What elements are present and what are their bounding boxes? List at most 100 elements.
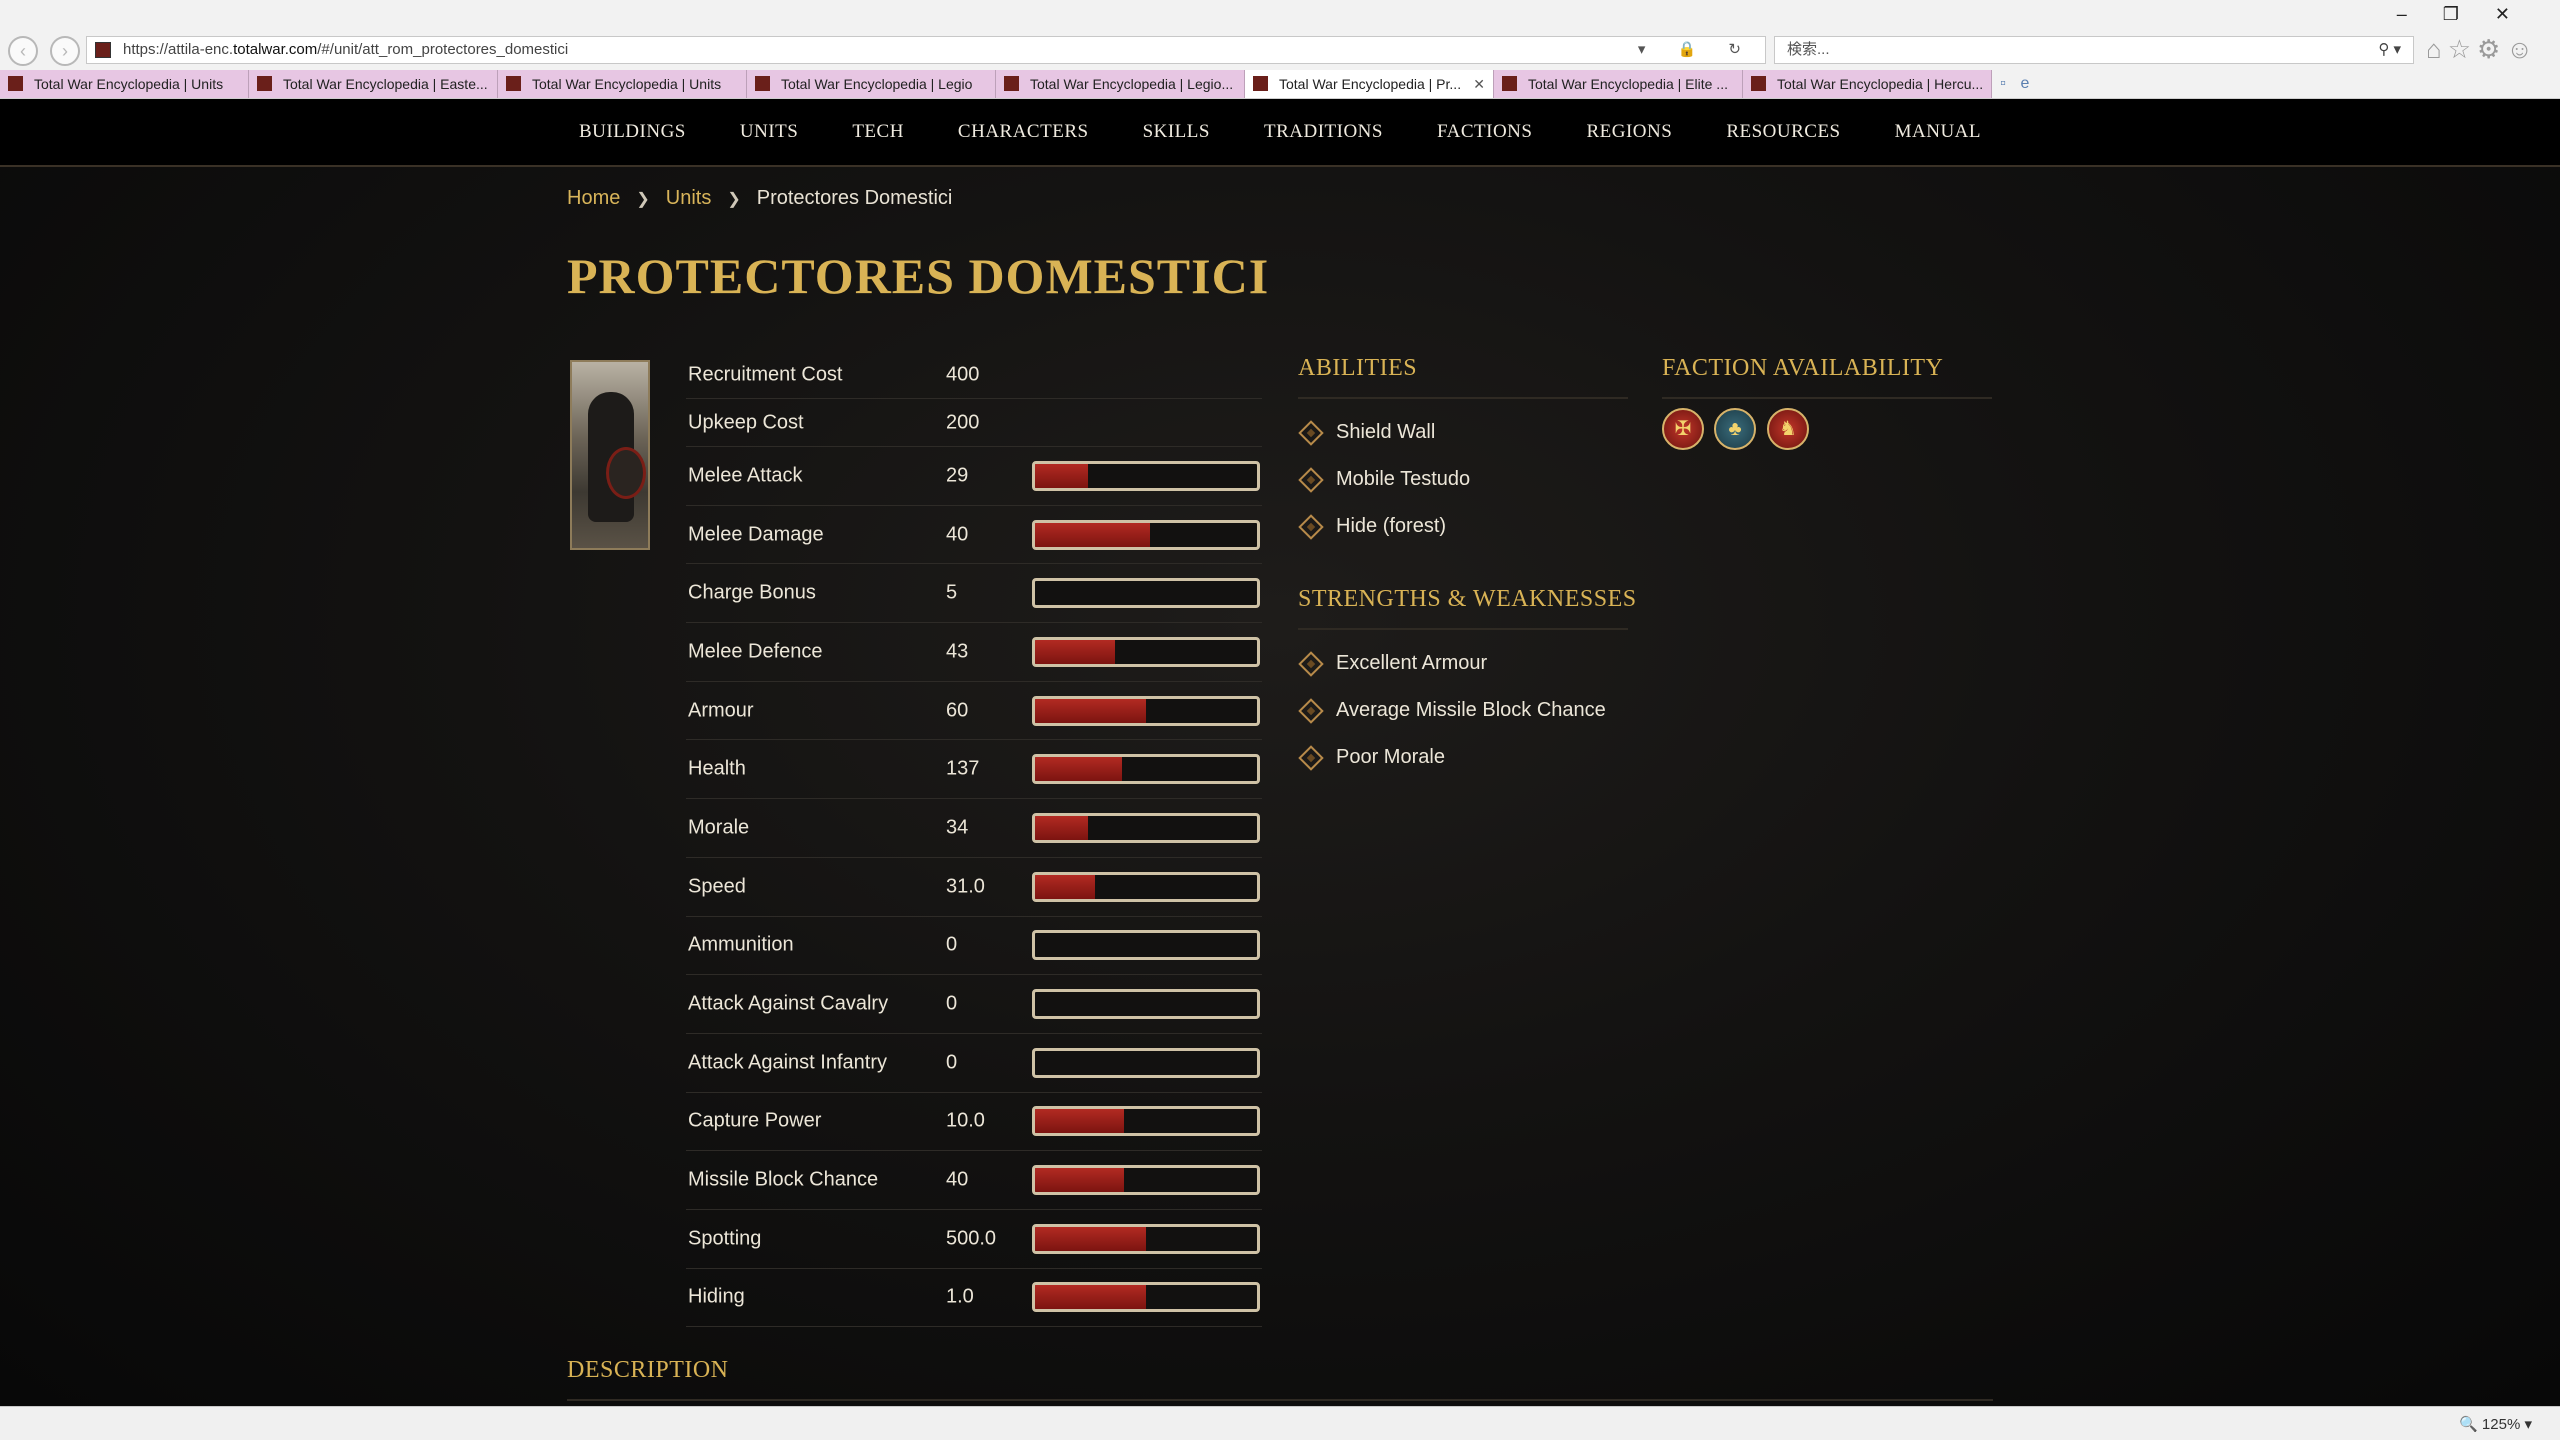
tab-favicon-icon [1253, 76, 1268, 91]
back-icon[interactable]: ‹ [8, 36, 38, 66]
stat-bar [1032, 1223, 1260, 1254]
stat-row: Melee Defence 43 [686, 623, 1262, 682]
tab-label: Total War Encyclopedia | Pr... [1279, 76, 1462, 92]
tab-close-icon[interactable]: ✕ [1473, 70, 1485, 98]
beast-emblem-icon[interactable]: ♞ [1767, 408, 1809, 450]
tab-label: Total War Encyclopedia | Easte... [283, 76, 488, 92]
unit-stats-table: Recruitment Cost 400 Upkeep Cost 200 Melee A… [686, 351, 1262, 1328]
stat-label: Armour [688, 699, 754, 722]
nav-resources[interactable]: RESOURCES [1699, 121, 1867, 143]
browser-tab[interactable]: Total War Encyclopedia | Legio [747, 70, 996, 98]
stat-value: 5 [946, 581, 958, 604]
stat-row: Recruitment Cost 400 [686, 351, 1262, 399]
zoom-value: 125% [2481, 1416, 2521, 1433]
stat-value: 29 [946, 464, 969, 487]
stat-label: Melee Attack [688, 464, 803, 487]
breadcrumb-home[interactable]: Home [567, 187, 620, 209]
stat-bar-fill [1035, 1285, 1146, 1310]
ability-label: Shield Wall [1336, 421, 1436, 443]
stat-bar-fill [1035, 698, 1146, 723]
stat-label: Health [688, 757, 746, 780]
browser-chrome: ‹ › https://attila-enc.totalwar.com/#/un… [0, 0, 2560, 99]
minimize-icon[interactable]: – [2397, 4, 2443, 24]
divider [1298, 628, 1628, 630]
restore-icon[interactable]: ❐ [2443, 4, 2495, 24]
nav-manual[interactable]: MANUAL [1868, 121, 2008, 143]
stat-bar [1032, 1282, 1260, 1313]
browser-tab[interactable]: Total War Encyclopedia | Hercu... [1743, 70, 1992, 98]
close-icon[interactable]: ✕ [2495, 4, 2546, 24]
nav-tech[interactable]: TECH [825, 121, 931, 143]
stat-value: 43 [946, 640, 969, 663]
nav-traditions[interactable]: TRADITIONS [1237, 121, 1410, 143]
browser-tab[interactable]: Total War Encyclopedia | Units [498, 70, 747, 98]
tab-label: Total War Encyclopedia | Hercu... [1777, 76, 1984, 92]
search-icon[interactable]: ⚲ ▾ [2378, 37, 2401, 63]
stat-bar [1032, 519, 1260, 550]
stat-bar-fill [1035, 1168, 1124, 1193]
diamond-bullet-icon [1298, 745, 1324, 771]
stat-row: Morale 34 [686, 799, 1262, 858]
diamond-bullet-icon [1298, 651, 1324, 677]
stat-label: Attack Against Cavalry [688, 992, 889, 1015]
stat-row: Speed 31.0 [686, 858, 1262, 917]
stat-label: Melee Damage [688, 523, 824, 546]
browser-tab[interactable]: Total War Encyclopedia | Easte... [249, 70, 498, 98]
url-domain: totalwar.com [233, 41, 318, 58]
browser-tab[interactable]: Total War Encyclopedia | Legio... [996, 70, 1245, 98]
stat-bar [1032, 754, 1260, 785]
divider [1662, 397, 1992, 399]
tab-label: Total War Encyclopedia | Elite ... [1528, 76, 1728, 92]
stat-bar-fill [1035, 1226, 1146, 1251]
browser-tab-active[interactable]: Total War Encyclopedia | Pr... ✕ [1245, 70, 1494, 98]
nav-units[interactable]: UNITS [713, 121, 825, 143]
page-content: BUILDINGS UNITS TECH CHARACTERS SKILLS T… [0, 99, 2560, 1406]
stat-label: Ammunition [688, 933, 794, 956]
tab-favicon-icon [257, 76, 272, 91]
address-bar[interactable]: https://attila-enc.totalwar.com/#/unit/a… [86, 36, 1766, 64]
stat-row: Upkeep Cost 200 [686, 399, 1262, 447]
chevron-right-icon: ❯ [727, 191, 741, 208]
stat-bar-fill [1035, 874, 1095, 899]
nav-factions[interactable]: FACTIONS [1410, 121, 1560, 143]
nav-buildings[interactable]: BUILDINGS [552, 121, 713, 143]
stat-label: Charge Bonus [688, 581, 816, 604]
stat-bar [1032, 930, 1260, 961]
stat-row: Capture Power 10.0 [686, 1093, 1262, 1152]
tree-emblem-icon[interactable]: ♣ [1714, 408, 1756, 450]
nav-regions[interactable]: REGIONS [1559, 121, 1699, 143]
abilities-heading: ABILITIES [1298, 355, 1418, 381]
strength-item: Poor Morale [1298, 745, 1445, 771]
ie-logo-icon[interactable]: e [2014, 70, 2036, 98]
gear-icon[interactable]: ⚙ [2477, 34, 2506, 64]
smiley-icon[interactable]: ☺ [2506, 34, 2539, 64]
stat-bar [1032, 1047, 1260, 1078]
forward-icon[interactable]: › [50, 36, 80, 66]
main-nav: BUILDINGS UNITS TECH CHARACTERS SKILLS T… [0, 99, 2560, 167]
window-controls: –❐✕ [2397, 4, 2546, 25]
zoom-level[interactable]: 🔍 125% ▾ [2459, 1415, 2532, 1433]
stat-bar-fill [1035, 815, 1089, 840]
nav-skills[interactable]: SKILLS [1116, 121, 1237, 143]
stat-row: Attack Against Cavalry 0 [686, 975, 1262, 1034]
stat-bar [1032, 578, 1260, 609]
breadcrumb-units[interactable]: Units [666, 187, 712, 209]
stat-label: Spotting [688, 1227, 762, 1250]
nav-characters[interactable]: CHARACTERS [931, 121, 1116, 143]
stat-row: Armour 60 [686, 682, 1262, 741]
ability-label: Hide (forest) [1336, 515, 1447, 537]
star-icon[interactable]: ☆ [2448, 34, 2477, 64]
tab-favicon-icon [8, 76, 23, 91]
browser-tab[interactable]: Total War Encyclopedia | Elite ... [1494, 70, 1743, 98]
stat-label: Melee Defence [688, 640, 823, 663]
breadcrumb-current: Protectores Domestici [756, 187, 953, 209]
home-icon[interactable]: ⌂ [2426, 34, 2448, 64]
tab-label: Total War Encyclopedia | Units [532, 76, 722, 92]
new-tab-icon[interactable]: ▫ [1992, 70, 2014, 98]
browser-search-input[interactable]: 検索... ⚲ ▾ [1774, 36, 2414, 64]
eagle-emblem-icon[interactable]: ✠ [1662, 408, 1704, 450]
ability-item: Mobile Testudo [1298, 467, 1470, 493]
tab-favicon-icon [1751, 76, 1766, 91]
browser-tab[interactable]: Total War Encyclopedia | Units [0, 70, 249, 98]
divider [1298, 397, 1628, 399]
